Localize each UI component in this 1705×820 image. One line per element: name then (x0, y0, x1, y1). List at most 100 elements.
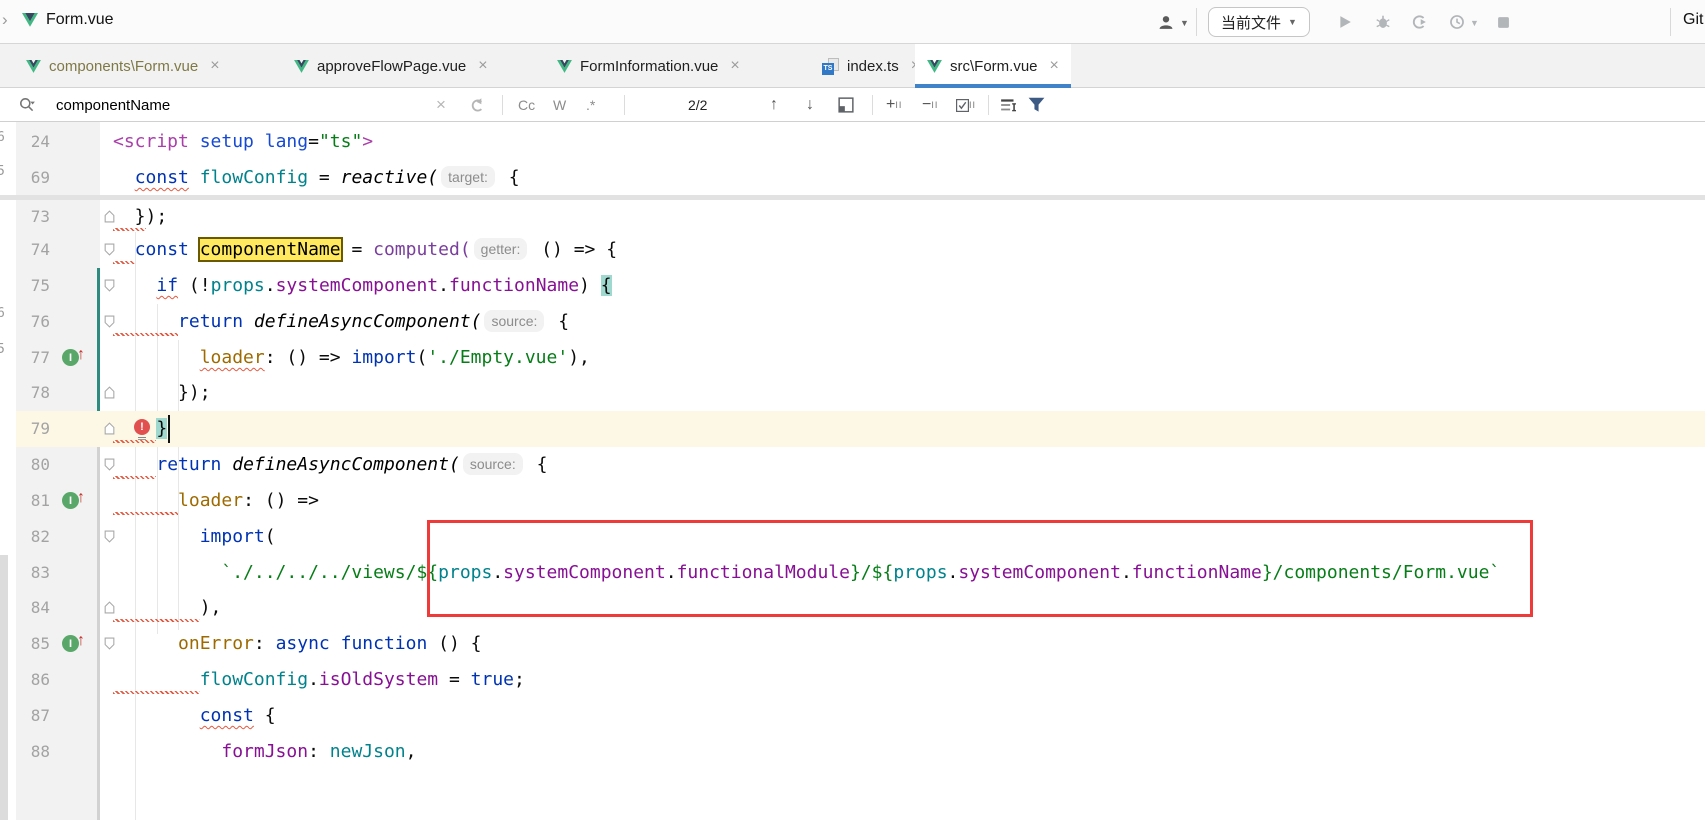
tab-approveflowpage-vue[interactable]: approveFlowPage.vue × (282, 44, 500, 88)
code-line-78[interactable]: 78 }); (0, 375, 1705, 411)
code-text: const { (113, 698, 276, 734)
code-line-24[interactable]: 24<script setup lang="ts"> (0, 124, 1705, 160)
code-token: if (156, 275, 178, 296)
match-case-toggle[interactable]: Cc (518, 88, 535, 122)
code-text: import( (113, 519, 276, 555)
code-token: isOldSystem (319, 669, 438, 690)
window-title: Form.vue (46, 11, 114, 29)
screen-edge-artifact: 5 (0, 342, 5, 357)
line-number: 81 (14, 483, 50, 519)
code-token: true (471, 669, 514, 690)
code-token (254, 131, 265, 152)
code-editor[interactable]: 24<script setup lang="ts">69 const flowC… (0, 122, 1705, 820)
code-token (243, 311, 254, 332)
git-widget[interactable]: Git (1683, 11, 1703, 29)
gutter-marker-icon[interactable]: I↑ (62, 491, 88, 511)
code-token (189, 167, 200, 188)
filter-lines-icon[interactable] (1000, 88, 1018, 122)
editor-tab-bar: components\Form.vue × approveFlowPage.vu… (0, 44, 1705, 88)
code-token: formJson (221, 741, 308, 762)
line-number: 77 (14, 340, 50, 376)
tab-src-form-vue[interactable]: src\Form.vue × (915, 44, 1071, 88)
close-icon[interactable]: × (210, 57, 219, 75)
code-line-73[interactable]: 73 }); (0, 199, 1705, 235)
line-number: 86 (14, 662, 50, 698)
user-dropdown-icon[interactable]: ▼ (1180, 18, 1189, 28)
coverage-dropdown-icon[interactable]: ▼ (1470, 18, 1479, 28)
screen-edge-artifact: 6 (0, 130, 5, 145)
code-line-77[interactable]: 77I↑ loader: () => import('./Empty.vue')… (0, 340, 1705, 376)
code-line-74[interactable]: 74 const componentName = computed(getter… (0, 232, 1705, 268)
search-icon[interactable] (18, 88, 36, 122)
find-all-icon[interactable] (838, 88, 854, 122)
toolbar-divider (1670, 8, 1671, 36)
reset-search-icon[interactable] (468, 88, 485, 122)
code-line-69[interactable]: 69 const flowConfig = reactive(target: { (0, 160, 1705, 196)
line-number: 75 (14, 268, 50, 304)
select-all-occurrences-icon[interactable]: II (956, 88, 976, 122)
code-text: return defineAsyncComponent(source: { (113, 447, 547, 483)
code-text: formJson: newJson, (113, 734, 416, 770)
code-token (113, 526, 200, 547)
code-token: () { (427, 633, 481, 654)
debug-icon[interactable] (1372, 11, 1394, 33)
stop-icon[interactable] (1492, 11, 1514, 33)
search-input[interactable]: componentName (56, 88, 170, 122)
code-line-88[interactable]: 88 formJson: newJson, (0, 734, 1705, 770)
code-token (113, 311, 178, 332)
tab-components-form-vue[interactable]: components\Form.vue × (14, 44, 232, 88)
chevron-down-icon: ▼ (1288, 17, 1297, 27)
previous-occurrence-icon[interactable]: ↑ (770, 88, 778, 122)
code-line-86[interactable]: 86 flowConfig.isOldSystem = true; (0, 662, 1705, 698)
toolbar-divider (988, 95, 989, 115)
code-line-79[interactable]: 79! } (0, 411, 1705, 447)
code-token: : () => (243, 490, 319, 511)
code-token (113, 705, 200, 726)
code-token: ; (514, 669, 525, 690)
code-line-80[interactable]: 80 return defineAsyncComponent(source: { (0, 447, 1705, 483)
code-line-85[interactable]: 85I↑ onError: async function () { (0, 626, 1705, 662)
remove-occurrence-icon[interactable]: −II (922, 88, 938, 122)
vue-icon (557, 60, 572, 73)
code-token: { (547, 311, 569, 332)
code-token (113, 454, 156, 475)
code-token: ( (416, 347, 427, 368)
line-number: 84 (14, 590, 50, 626)
close-icon[interactable]: × (1050, 57, 1059, 75)
close-icon[interactable]: × (478, 57, 487, 75)
run-config-select[interactable]: 当前文件 ▼ (1208, 7, 1310, 37)
breadcrumb-chevron-icon: › (2, 10, 8, 30)
typescript-icon: TS (822, 58, 839, 75)
screen-edge-artifact (0, 555, 8, 820)
inlay-hint: source: (463, 453, 523, 475)
filter-icon[interactable] (1028, 88, 1045, 122)
gutter-marker-icon[interactable]: I↑ (62, 634, 88, 654)
code-line-75[interactable]: 75 if (!props.systemComponent.functionNa… (0, 268, 1705, 304)
tab-index-ts[interactable]: TS index.ts × (810, 44, 932, 88)
code-token (113, 275, 156, 296)
code-text: flowConfig.isOldSystem = true; (113, 662, 525, 698)
code-token: ( (265, 526, 276, 547)
tab-forminformation-vue[interactable]: FormInformation.vue × (545, 44, 752, 88)
words-toggle[interactable]: W (553, 88, 566, 122)
code-line-87[interactable]: 87 const { (0, 698, 1705, 734)
gutter-marker-icon[interactable]: I↑ (62, 348, 88, 368)
add-occurrence-icon[interactable]: +II (886, 88, 902, 122)
coverage-icon[interactable] (1446, 11, 1468, 33)
code-token: setup (200, 131, 254, 152)
regex-toggle[interactable]: .* (586, 88, 595, 122)
clear-search-icon[interactable]: × (436, 88, 446, 122)
user-icon[interactable] (1155, 11, 1177, 33)
code-line-76[interactable]: 76 return defineAsyncComponent(source: { (0, 304, 1705, 340)
line-number: 82 (14, 519, 50, 555)
code-line-81[interactable]: 81I↑ loader: () => (0, 483, 1705, 519)
line-number: 87 (14, 698, 50, 734)
next-occurrence-icon[interactable]: ↓ (806, 88, 814, 122)
code-token (113, 239, 135, 260)
screen-edge-artifact: 6 (0, 306, 5, 321)
run-icon[interactable] (1334, 11, 1356, 33)
code-token (189, 131, 200, 152)
code-token: flowConfig (200, 669, 308, 690)
close-icon[interactable]: × (730, 57, 739, 75)
profiler-icon[interactable] (1408, 11, 1430, 33)
